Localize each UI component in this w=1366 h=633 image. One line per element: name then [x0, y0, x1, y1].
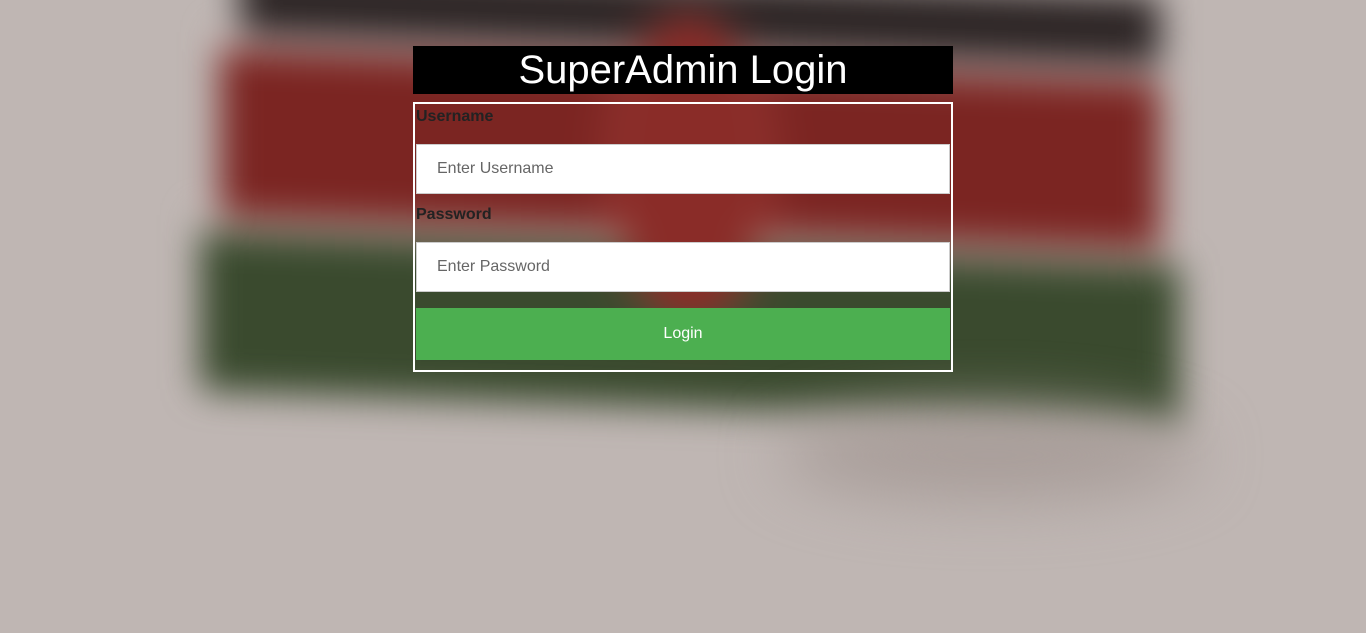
username-input[interactable]	[416, 144, 950, 194]
password-label: Password	[416, 206, 492, 223]
login-button[interactable]: Login	[416, 308, 950, 360]
username-label: Username	[416, 108, 494, 125]
page-title: SuperAdmin Login	[518, 48, 848, 92]
login-panel: SuperAdmin Login Username Password Login	[413, 46, 953, 372]
password-input[interactable]	[416, 242, 950, 292]
title-bar: SuperAdmin Login	[413, 46, 953, 94]
login-form: Username Password Login	[413, 102, 953, 372]
